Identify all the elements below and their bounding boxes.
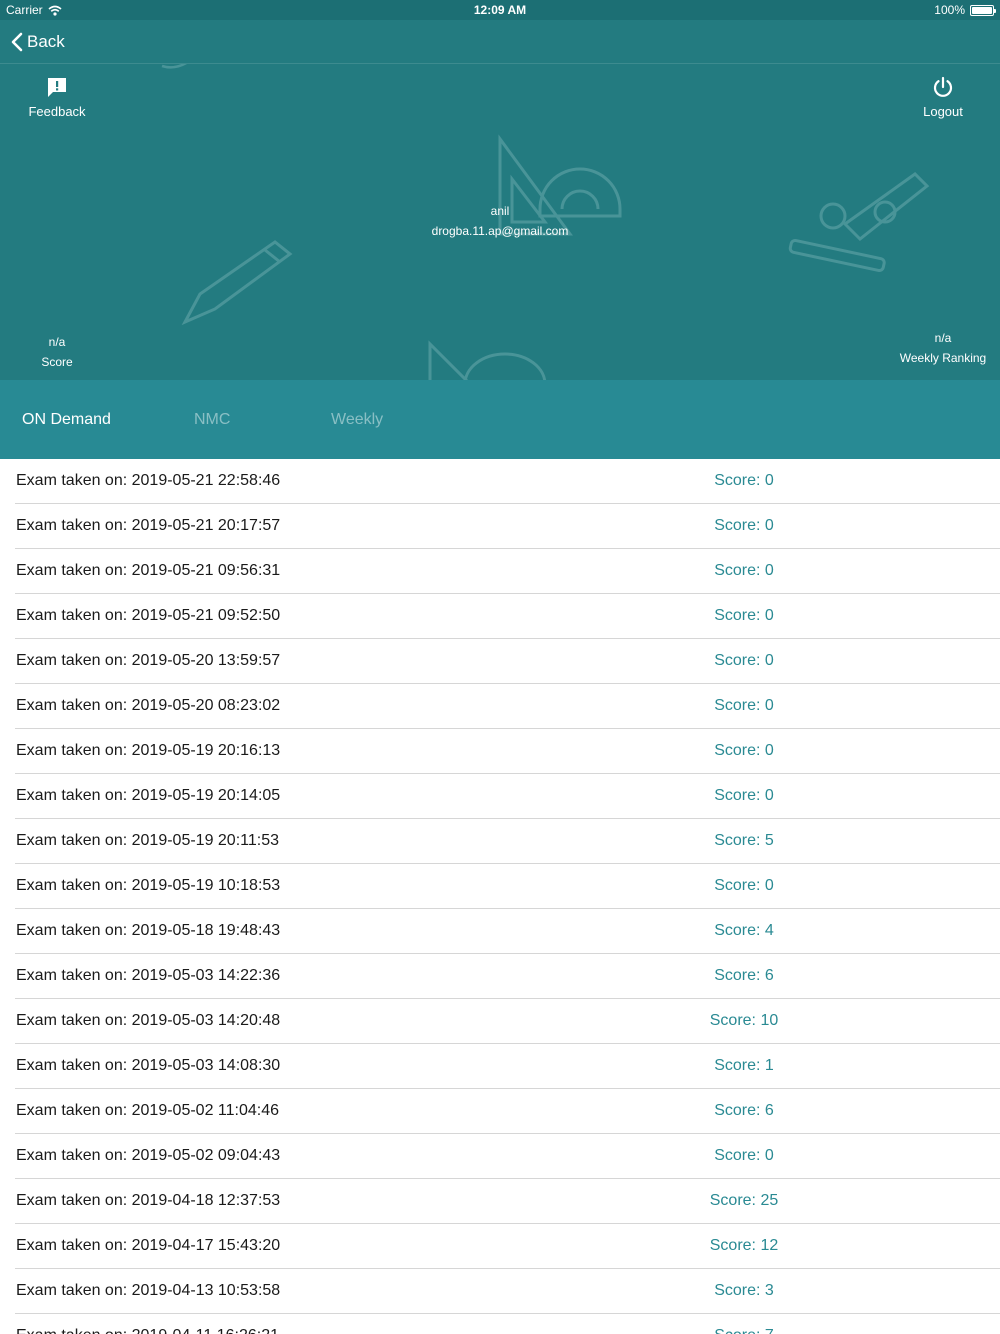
- list-item[interactable]: Exam taken on: 2019-05-19 20:16:13 Score:…: [15, 729, 1000, 774]
- ranking-value: n/a: [934, 331, 952, 345]
- chevron-left-icon: [11, 32, 23, 52]
- battery-percent: 100%: [934, 3, 965, 17]
- score-stat: n/a Score: [7, 332, 107, 372]
- exam-score: Score: 6: [714, 1102, 774, 1119]
- exam-score: Score: 0: [714, 1147, 774, 1164]
- exam-score: Score: 0: [714, 877, 774, 894]
- list-item[interactable]: Exam taken on: 2019-05-19 10:18:53 Score:…: [15, 864, 1000, 909]
- feedback-button[interactable]: Feedback: [2, 76, 112, 119]
- list-item[interactable]: Exam taken on: 2019-05-20 13:59:57 Score:…: [15, 639, 1000, 684]
- exam-score: Score: 5: [714, 832, 774, 849]
- list-item[interactable]: Exam taken on: 2019-05-21 22:58:46 Score:…: [15, 459, 1000, 504]
- feedback-label: Feedback: [28, 104, 86, 119]
- exam-score: Score: 0: [714, 652, 774, 669]
- exam-score: Score: 0: [714, 787, 774, 804]
- list-item[interactable]: Exam taken on: 2019-04-11 16:26:21 Score:…: [15, 1314, 1000, 1334]
- score-label: Score: [41, 355, 73, 369]
- exam-date: Exam taken on: 2019-05-02 09:04:43: [16, 1147, 281, 1164]
- exam-date: Exam taken on: 2019-04-13 10:53:58: [16, 1282, 281, 1299]
- back-label: Back: [27, 32, 65, 51]
- exam-date: Exam taken on: 2019-05-21 09:52:50: [16, 607, 281, 624]
- list-item[interactable]: Exam taken on: 2019-05-19 20:11:53 Score:…: [15, 819, 1000, 864]
- tab-weekly[interactable]: Weekly: [331, 380, 383, 459]
- user-info: anil drogba.11.ap@gmail.com: [0, 201, 1000, 241]
- exam-date: Exam taken on: 2019-05-20 08:23:02: [16, 697, 281, 714]
- exam-score: Score: 6: [714, 967, 774, 984]
- exam-score: Score: 4: [714, 922, 774, 939]
- list-item[interactable]: Exam taken on: 2019-05-03 14:20:48 Score:…: [15, 999, 1000, 1044]
- exam-date: Exam taken on: 2019-05-19 20:16:13: [16, 742, 281, 759]
- exam-score: Score: 12: [709, 1237, 779, 1254]
- list-item[interactable]: Exam taken on: 2019-05-02 11:04:46 Score:…: [15, 1089, 1000, 1134]
- exam-score: Score: 0: [714, 742, 774, 759]
- exam-date: Exam taken on: 2019-04-17 15:43:20: [16, 1237, 281, 1254]
- user-name: anil: [490, 204, 510, 218]
- logout-button[interactable]: Logout: [888, 76, 998, 119]
- user-email: drogba.11.ap@gmail.com: [431, 224, 569, 238]
- exam-score: Score: 1: [714, 1057, 774, 1074]
- weekly-ranking-stat: n/a Weekly Ranking: [888, 328, 998, 368]
- list-item[interactable]: Exam taken on: 2019-05-03 14:22:36 Score:…: [15, 954, 1000, 999]
- status-time: 12:09 AM: [473, 3, 527, 17]
- list-item[interactable]: Exam taken on: 2019-05-20 08:23:02 Score:…: [15, 684, 1000, 729]
- exam-date: Exam taken on: 2019-05-19 10:18:53: [16, 877, 281, 894]
- profile-header: Feedback Logout anil drogba.11.ap@gmail.…: [0, 64, 1000, 380]
- exam-score: Score: 10: [709, 1012, 779, 1029]
- exam-date: Exam taken on: 2019-05-20 13:59:57: [16, 652, 281, 669]
- exam-score: Score: 0: [714, 517, 774, 534]
- exam-score: Score: 0: [714, 697, 774, 714]
- navigation-bar: Back: [0, 20, 1000, 64]
- list-item[interactable]: Exam taken on: 2019-05-18 19:48:43 Score:…: [15, 909, 1000, 954]
- exam-date: Exam taken on: 2019-04-11 16:26:21: [16, 1314, 279, 1334]
- back-button[interactable]: Back: [10, 28, 65, 56]
- power-icon: [933, 76, 953, 97]
- list-item[interactable]: Exam taken on: 2019-05-03 14:08:30 Score:…: [15, 1044, 1000, 1089]
- exam-date: Exam taken on: 2019-05-21 20:17:57: [16, 517, 281, 534]
- exam-date: Exam taken on: 2019-05-19 20:14:05: [16, 787, 281, 804]
- tab-on-demand[interactable]: ON Demand: [22, 380, 111, 459]
- leaf-doodle-icon: [161, 64, 187, 69]
- battery-icon: [970, 4, 996, 16]
- exam-score: Score: 0: [714, 562, 774, 579]
- exam-type-tabs: ON Demand NMC Weekly: [0, 380, 1000, 459]
- exam-score: Score: 0: [714, 472, 774, 489]
- exam-date: Exam taken on: 2019-05-02 11:04:46: [16, 1102, 279, 1119]
- list-item[interactable]: Exam taken on: 2019-05-19 20:14:05 Score:…: [15, 774, 1000, 819]
- exam-date: Exam taken on: 2019-05-19 20:11:53: [16, 832, 279, 849]
- exam-score: Score: 25: [709, 1192, 779, 1209]
- exam-date: Exam taken on: 2019-05-03 14:08:30: [16, 1057, 281, 1074]
- exam-score: Score: 0: [714, 607, 774, 624]
- exam-date: Exam taken on: 2019-05-03 14:22:36: [16, 967, 281, 984]
- list-item[interactable]: Exam taken on: 2019-05-21 09:52:50 Score:…: [15, 594, 1000, 639]
- list-item[interactable]: Exam taken on: 2019-05-02 09:04:43 Score:…: [15, 1134, 1000, 1179]
- list-item[interactable]: Exam taken on: 2019-04-13 10:53:58 Score:…: [15, 1269, 1000, 1314]
- exam-date: Exam taken on: 2019-04-18 12:37:53: [16, 1192, 281, 1209]
- tab-nmc[interactable]: NMC: [194, 380, 230, 459]
- list-item[interactable]: Exam taken on: 2019-04-18 12:37:53 Score:…: [15, 1179, 1000, 1224]
- score-value: n/a: [48, 335, 66, 349]
- exam-score: Score: 3: [714, 1282, 774, 1299]
- list-item[interactable]: Exam taken on: 2019-05-21 20:17:57 Score:…: [15, 504, 1000, 549]
- exam-score: Score: 7: [644, 1314, 844, 1334]
- status-bar: Carrier 12:09 AM 100%: [0, 0, 1000, 20]
- exam-date: Exam taken on: 2019-05-03 14:20:48: [16, 1012, 281, 1029]
- exam-date: Exam taken on: 2019-05-21 09:56:31: [16, 562, 281, 579]
- pen-icon: [181, 240, 293, 326]
- exam-date: Exam taken on: 2019-05-18 19:48:43: [16, 922, 281, 939]
- list-item[interactable]: Exam taken on: 2019-04-17 15:43:20 Score:…: [15, 1224, 1000, 1269]
- exam-history-list: Exam taken on: 2019-05-21 22:58:46 Score:…: [0, 459, 1000, 1334]
- feedback-icon: [48, 78, 66, 97]
- logout-label: Logout: [923, 104, 963, 119]
- list-item[interactable]: Exam taken on: 2019-05-21 09:56:31 Score:…: [15, 549, 1000, 594]
- protractor-icon: [428, 340, 547, 380]
- battery-indicator: 100%: [934, 3, 996, 17]
- ranking-label: Weekly Ranking: [899, 351, 987, 365]
- exam-date: Exam taken on: 2019-05-21 22:58:46: [16, 472, 281, 489]
